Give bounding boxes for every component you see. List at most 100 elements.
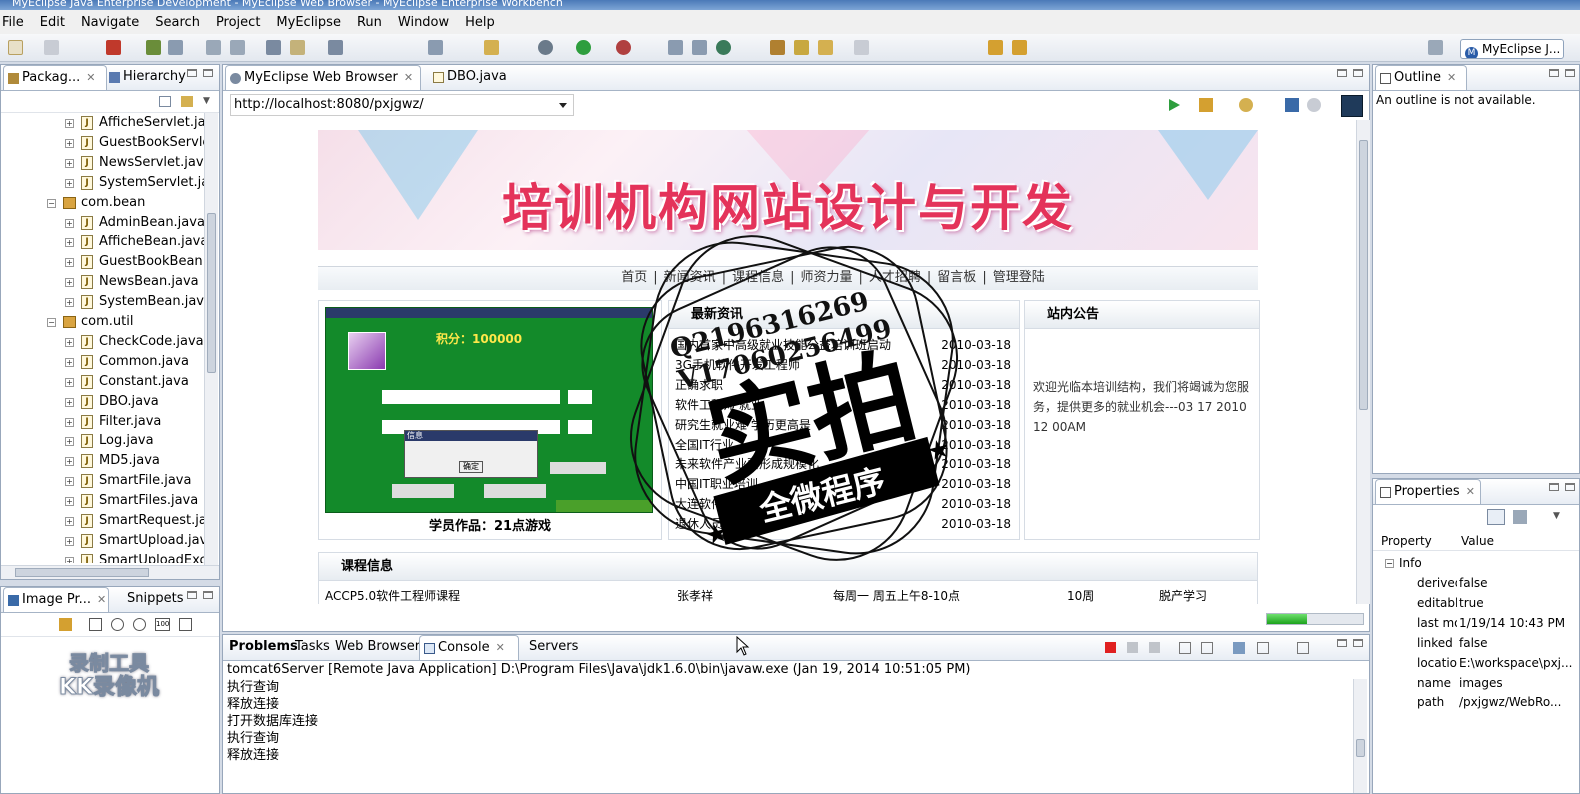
external-tools-icon[interactable] [616, 40, 631, 55]
column-property[interactable]: Property [1381, 531, 1432, 551]
scroll-thumb[interactable] [1356, 739, 1365, 757]
menu-project[interactable]: Project [216, 15, 260, 30]
tree-scrollbar[interactable] [204, 113, 218, 565]
debug-icon[interactable] [538, 40, 553, 55]
maximize-icon[interactable] [1565, 483, 1575, 491]
myeclipse-icon[interactable] [106, 40, 121, 55]
chevron-down-icon[interactable] [559, 103, 567, 108]
open-type-icon[interactable] [266, 40, 281, 55]
close-icon[interactable]: ✕ [404, 71, 413, 84]
view-menu-icon[interactable]: ▼ [203, 96, 210, 106]
menu-search[interactable]: Search [155, 15, 200, 30]
expand-icon[interactable]: + [65, 178, 74, 188]
column-value[interactable]: Value [1461, 531, 1494, 551]
minimize-icon[interactable] [1337, 69, 1347, 77]
package-icon[interactable] [484, 40, 499, 55]
collapse-all-icon[interactable] [159, 96, 171, 107]
close-icon[interactable]: ✕ [86, 71, 95, 84]
wizard2-icon[interactable] [230, 40, 245, 55]
expand-icon[interactable]: + [65, 337, 74, 347]
expand-icon[interactable]: + [65, 138, 74, 148]
menu-run[interactable]: Run [357, 15, 382, 30]
maximize-icon[interactable] [1353, 69, 1363, 77]
scroll-thumb[interactable] [1359, 140, 1368, 410]
tab-web-browser[interactable]: MyEclipse Web Browser ✕ [225, 65, 421, 90]
tab-hierarchy[interactable]: Hierarchy [105, 65, 186, 90]
minimize-icon[interactable] [1549, 483, 1559, 491]
tree-hscrollbar[interactable] [1, 565, 219, 579]
console-output[interactable]: 执行查询 释放连接 打开数据库连接 执行查询 释放连接 [227, 679, 1347, 764]
expand-icon[interactable]: + [65, 517, 74, 526]
console-scrollbar[interactable] [1353, 679, 1367, 793]
edit-icon[interactable] [794, 40, 809, 55]
menu-help[interactable]: Help [465, 15, 495, 30]
url-input[interactable]: http://localhost:8080/pxjgwz/ [230, 94, 574, 116]
maximize-icon[interactable] [203, 69, 213, 77]
expand-icon[interactable]: + [65, 497, 74, 507]
categories-icon[interactable] [1487, 509, 1505, 525]
favorite-icon[interactable] [1199, 98, 1213, 112]
pin-console-icon[interactable] [1233, 642, 1245, 654]
expand-icon[interactable]: + [65, 377, 74, 387]
deploy-icon[interactable] [146, 40, 161, 55]
refresh-icon[interactable] [1307, 98, 1321, 112]
maximize-icon[interactable] [1353, 639, 1363, 647]
browser-scrollbar[interactable] [1356, 120, 1370, 604]
collapse-icon[interactable]: − [1385, 559, 1394, 568]
tab-package-explorer[interactable]: Packag... ✕ [3, 65, 107, 90]
expand-icon[interactable]: + [65, 437, 74, 447]
expand-icon[interactable]: + [65, 218, 74, 228]
server-icon[interactable] [168, 40, 183, 55]
open-console-icon[interactable] [1297, 642, 1309, 654]
new-icon[interactable] [8, 40, 23, 55]
open-resource-icon[interactable] [290, 40, 305, 55]
category-info[interactable]: − Info [1373, 553, 1579, 573]
menu-edit[interactable]: Edit [40, 15, 65, 30]
zoom-out-icon[interactable] [111, 618, 124, 631]
back-icon[interactable] [988, 40, 1003, 55]
course-name[interactable]: ACCP5.0软件工程师课程 [325, 587, 460, 604]
tab-outline[interactable]: Outline ✕ [1375, 65, 1467, 90]
wizard-icon[interactable] [206, 40, 221, 55]
view-menu-icon[interactable]: ▼ [1553, 511, 1560, 521]
collapse-icon[interactable]: − [47, 318, 56, 327]
expand-icon[interactable]: + [65, 119, 74, 128]
terminate-icon[interactable] [1105, 642, 1116, 653]
scroll-lock-icon[interactable] [1201, 642, 1213, 654]
tab-properties[interactable]: Properties ✕ [1375, 479, 1481, 504]
scroll-thumb[interactable] [207, 213, 216, 373]
folder-icon[interactable] [770, 40, 785, 55]
expand-icon[interactable]: + [65, 457, 74, 467]
close-icon[interactable]: ✕ [1447, 71, 1456, 84]
expand-icon[interactable]: + [65, 477, 74, 487]
annotation-icon[interactable] [854, 40, 869, 55]
close-icon[interactable]: ✕ [496, 641, 505, 654]
expand-icon[interactable]: + [65, 258, 74, 268]
clear-console-icon[interactable] [1179, 642, 1191, 654]
expand-icon[interactable]: + [65, 298, 74, 308]
tab-dbo-java[interactable]: DBO.java [429, 65, 507, 90]
link-editor-icon[interactable] [181, 96, 193, 107]
close-icon[interactable]: ✕ [1466, 485, 1475, 498]
zoom-in-icon[interactable] [133, 618, 146, 631]
expand-icon[interactable]: + [65, 536, 74, 546]
tool-icon[interactable] [668, 40, 683, 55]
tab-tasks[interactable]: Tasks [291, 635, 330, 660]
maximize-icon[interactable] [1565, 69, 1575, 77]
nav-link[interactable]: 管理登陆 [993, 270, 1045, 285]
rotate-icon[interactable] [179, 618, 192, 631]
collapse-icon[interactable]: − [47, 198, 56, 208]
expand-icon[interactable]: + [65, 278, 74, 288]
folder2-icon[interactable] [818, 40, 833, 55]
expand-icon[interactable]: + [65, 417, 74, 427]
close-icon[interactable]: ✕ [97, 593, 106, 606]
menu-myeclipse[interactable]: MyEclipse [276, 15, 341, 30]
perspective-button[interactable]: M MyEclipse J... [1460, 39, 1564, 59]
menu-window[interactable]: Window [398, 15, 449, 30]
minimize-icon[interactable] [187, 69, 197, 77]
expand-icon[interactable]: + [65, 238, 74, 248]
search-icon[interactable] [428, 40, 443, 55]
run-icon[interactable] [576, 40, 591, 55]
forward-icon[interactable] [1012, 40, 1027, 55]
back-icon[interactable] [1239, 98, 1253, 112]
